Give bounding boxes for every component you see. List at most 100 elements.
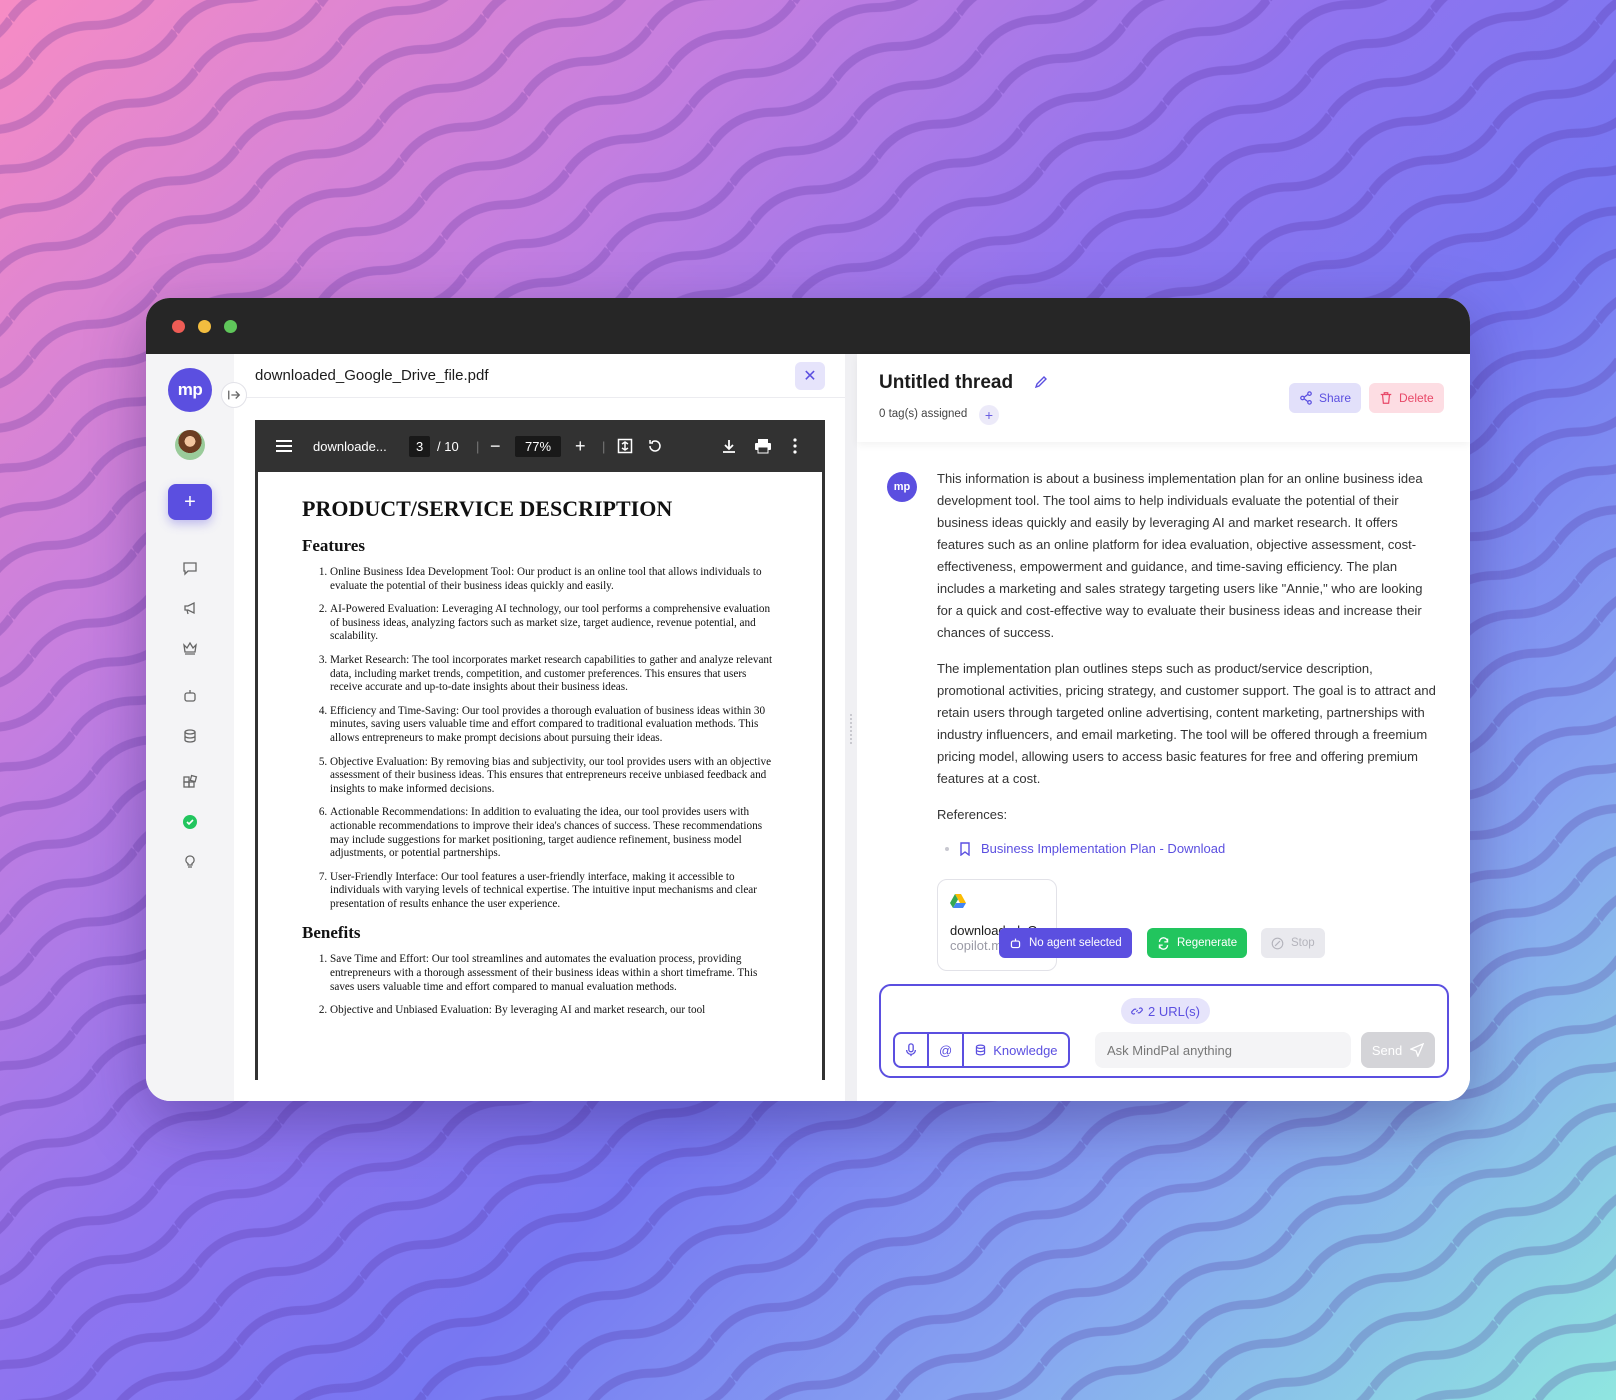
share-icon [1300, 391, 1312, 405]
pdf-header: downloaded_Google_Drive_file.pdf ✕ [234, 354, 845, 398]
close-window-button[interactable] [172, 320, 185, 333]
agent-label: No agent selected [1029, 937, 1122, 949]
rotate-icon[interactable] [647, 420, 663, 472]
pdf-viewer: downloade... 3 / 10 | − 77% + | PRODUCT/… [255, 420, 825, 1080]
delete-label: Delete [1399, 391, 1434, 405]
send-icon [1410, 1043, 1425, 1057]
pdf-panel: downloaded_Google_Drive_file.pdf ✕ downl… [234, 354, 845, 1101]
regenerate-button[interactable]: Regenerate [1147, 928, 1248, 958]
pdf-short-name: downloade... [313, 438, 387, 454]
collapse-sidebar-button[interactable] [221, 382, 247, 408]
thread-title: Untitled thread [879, 372, 1014, 393]
zoom-in-icon[interactable]: + [575, 420, 586, 472]
page-number-input[interactable]: 3 [409, 435, 431, 457]
bullet [945, 847, 949, 851]
share-button[interactable]: Share [1289, 383, 1362, 413]
send-label: Send [1371, 1042, 1403, 1058]
benefits-list: Save Time and Effort: Our tool streamlin… [302, 953, 778, 1017]
regenerate-label: Regenerate [1177, 937, 1238, 949]
print-icon[interactable] [754, 420, 772, 472]
message-paragraph: This information is about a business imp… [937, 471, 1423, 640]
lightbulb-icon[interactable] [180, 852, 200, 872]
feature-item: Online Business Idea Development Tool: O… [330, 566, 778, 593]
fit-page-icon[interactable] [617, 420, 633, 472]
collapse-arrow-icon [228, 390, 241, 400]
feature-item: AI-Powered Evaluation: Leveraging AI tec… [330, 603, 778, 644]
assistant-avatar: mp [887, 472, 917, 502]
knowledge-button[interactable]: Knowledge [962, 1034, 1067, 1066]
megaphone-icon[interactable] [180, 598, 200, 618]
zoom-out-icon[interactable]: − [490, 420, 501, 472]
page-total: / 10 [437, 438, 459, 454]
reference-link[interactable]: Business Implementation Plan - Download [945, 838, 1437, 860]
zoom-level[interactable]: 77% [515, 435, 562, 457]
check-circle-icon[interactable] [180, 812, 200, 832]
url-count-chip[interactable]: 2 URL(s) [1121, 998, 1211, 1024]
benefit-item: Objective and Unbiased Evaluation: By le… [330, 1004, 778, 1018]
download-icon[interactable] [721, 420, 737, 472]
edit-title-icon[interactable] [1033, 374, 1049, 395]
feature-item: Efficiency and Time-Saving: Our tool pro… [330, 705, 778, 746]
feature-item: User-Friendly Interface: Our tool featur… [330, 871, 778, 912]
url-count: 2 URL(s) [1148, 1003, 1201, 1019]
trash-icon [1380, 392, 1392, 404]
pdf-toolbar: downloade... 3 / 10 | − 77% + | [255, 420, 825, 472]
stop-button[interactable]: Stop [1261, 928, 1325, 958]
message-composer: 2 URL(s) @ Knowledge Send [879, 984, 1449, 1078]
benefit-item: Save Time and Effort: Our tool streamlin… [330, 953, 778, 994]
add-tag-button[interactable]: + [979, 405, 999, 425]
feature-item: Actionable Recommendations: In addition … [330, 806, 778, 860]
toolbar-separator: | [476, 438, 480, 454]
close-pdf-button[interactable]: ✕ [795, 362, 825, 390]
composer-tools: @ Knowledge [893, 1032, 1070, 1068]
link-icon [1131, 1007, 1143, 1015]
chat-panel: Untitled thread 0 tag(s) assigned + Shar… [857, 354, 1470, 1101]
pdf-heading: PRODUCT/SERVICE DESCRIPTION [302, 496, 673, 521]
minimize-window-button[interactable] [198, 320, 211, 333]
app-body: mp + downloaded_Google_Drive_file.pdf ✕ … [146, 354, 1470, 1101]
stop-label: Stop [1291, 937, 1315, 949]
features-heading: Features [302, 536, 365, 555]
assistant-message: This information is about a business imp… [937, 468, 1437, 860]
feature-item: Objective Evaluation: By removing bias a… [330, 756, 778, 797]
reference-label: Business Implementation Plan - Download [981, 841, 1226, 856]
grip [850, 714, 852, 744]
robot-icon [1010, 938, 1021, 948]
share-label: Share [1319, 391, 1352, 405]
message-paragraph: The implementation plan outlines steps s… [937, 661, 1436, 786]
panel-resize-handle[interactable] [845, 354, 857, 1101]
robot-icon[interactable] [180, 686, 200, 706]
microphone-icon [905, 1043, 917, 1057]
window-titlebar [146, 298, 1470, 354]
user-avatar[interactable] [175, 430, 205, 460]
refresh-icon [1158, 936, 1169, 950]
mention-button[interactable]: @ [927, 1034, 962, 1066]
tags-count: 0 tag(s) assigned [879, 408, 968, 420]
crown-icon[interactable] [180, 638, 200, 658]
chat-header: Untitled thread 0 tag(s) assigned + Shar… [857, 354, 1470, 442]
close-icon: ✕ [803, 368, 817, 385]
feature-item: Market Research: The tool incorporates m… [330, 654, 778, 695]
google-drive-icon [950, 894, 966, 908]
more-options-icon[interactable] [793, 420, 797, 472]
microphone-button[interactable] [895, 1034, 927, 1066]
chat-icon[interactable] [180, 558, 200, 578]
delete-button[interactable]: Delete [1369, 383, 1444, 413]
message-input[interactable] [1095, 1032, 1351, 1068]
pdf-page: PRODUCT/SERVICE DESCRIPTION Features Onl… [258, 472, 822, 1080]
new-thread-button[interactable]: + [168, 484, 212, 520]
toolbar-separator-2: | [602, 438, 606, 454]
maximize-window-button[interactable] [224, 320, 237, 333]
menu-icon[interactable] [275, 420, 293, 472]
benefits-heading: Benefits [302, 923, 361, 943]
features-list: Online Business Idea Development Tool: O… [302, 566, 778, 911]
database-icon[interactable] [180, 726, 200, 746]
send-button[interactable]: Send [1361, 1032, 1435, 1068]
knowledge-label: Knowledge [993, 1042, 1058, 1058]
apps-icon[interactable] [180, 772, 200, 792]
stop-icon [1271, 937, 1284, 949]
database-icon [976, 1044, 986, 1056]
sidebar: mp + [146, 354, 247, 1101]
logo[interactable]: mp [168, 368, 212, 412]
agent-select-button[interactable]: No agent selected [999, 928, 1132, 958]
